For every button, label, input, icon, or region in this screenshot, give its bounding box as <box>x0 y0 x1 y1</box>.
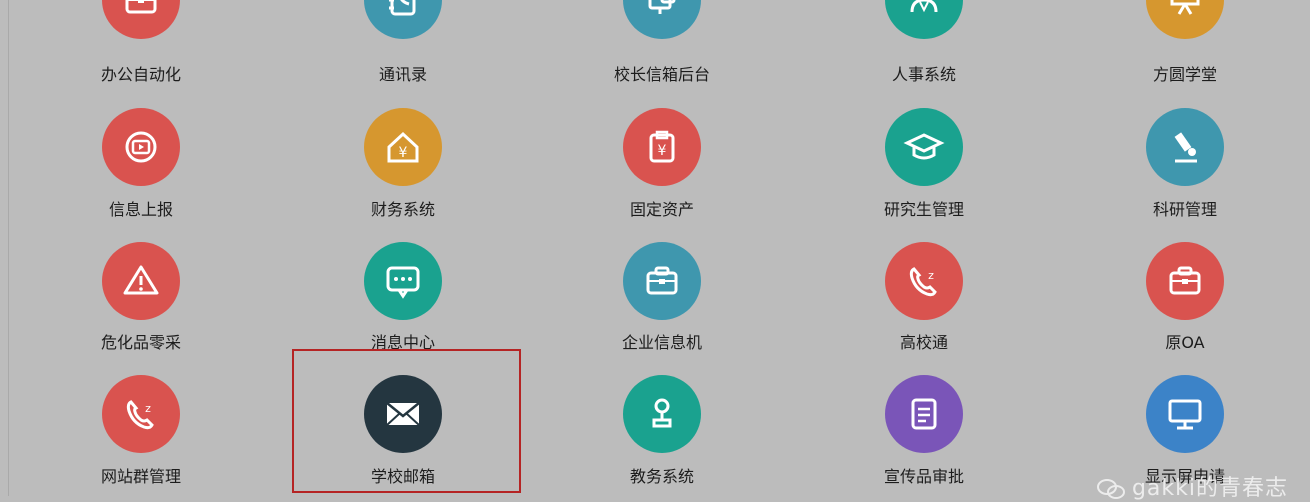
wechat-icon <box>1096 479 1125 499</box>
phone-icon: z <box>909 267 937 297</box>
monitor-icon <box>1168 399 1202 430</box>
app-label[interactable]: 原OA <box>1085 329 1285 353</box>
app-label[interactable]: 教务系统 <box>562 463 762 487</box>
yuan-house-icon: ¥ <box>387 131 419 163</box>
microscope-icon <box>1174 132 1197 163</box>
chat-icon <box>386 266 420 299</box>
graduation-cap-icon <box>903 133 945 160</box>
app-label[interactable]: 研究生管理 <box>824 196 1024 220</box>
stamp-icon <box>652 398 672 428</box>
app-label[interactable]: 信息上报 <box>41 196 241 220</box>
app-label[interactable]: 高校通 <box>824 329 1024 353</box>
monitor-circle[interactable] <box>1146 375 1224 453</box>
phone-circle[interactable]: z <box>885 242 963 320</box>
app-tile[interactable]: 教务系统 <box>562 0 762 486</box>
warning-icon <box>123 265 159 295</box>
screen-circle[interactable] <box>102 108 180 186</box>
app-tile[interactable]: 学校邮箱 <box>303 0 503 486</box>
app-grid: 办公自动化 通讯录 校长信箱后台 人事系统 方圆学堂 信息上报 ¥ 财务系统 ¥ 固定资产 研究生管… <box>0 0 1310 496</box>
app-label[interactable]: 企业信息机 <box>562 329 762 353</box>
phone-icon: z <box>126 400 154 430</box>
document-circle[interactable] <box>885 375 963 453</box>
watermark-text: gakki的青春志 <box>1131 476 1288 501</box>
svg-text:z: z <box>928 269 934 282</box>
app-label[interactable]: 固定资产 <box>562 196 762 220</box>
phone-circle[interactable]: z <box>102 375 180 453</box>
highlight-box <box>292 349 521 493</box>
app-tile[interactable]: 显示屏申请 <box>1085 0 1285 486</box>
app-tile[interactable]: 宣传品审批 <box>824 0 1024 486</box>
briefcase-circle[interactable] <box>623 242 701 320</box>
stamp-circle[interactable] <box>623 375 701 453</box>
svg-text:z: z <box>145 402 151 415</box>
app-label[interactable]: 网站群管理 <box>41 463 241 487</box>
briefcase-circle[interactable] <box>1146 242 1224 320</box>
app-label[interactable]: 财务系统 <box>303 196 503 220</box>
warning-circle[interactable] <box>102 242 180 320</box>
watermark: gakki的青春志 <box>1096 470 1288 502</box>
chat-circle[interactable] <box>364 242 442 320</box>
yuan-house-circle[interactable]: ¥ <box>364 108 442 186</box>
briefcase-icon <box>1169 266 1201 295</box>
app-label[interactable]: 危化品零采 <box>41 329 241 353</box>
graduation-cap-circle[interactable] <box>885 108 963 186</box>
app-label[interactable]: 科研管理 <box>1085 196 1285 220</box>
screen-icon <box>125 131 157 163</box>
yuan-clipboard-icon: ¥ <box>649 130 675 163</box>
app-label[interactable]: 宣传品审批 <box>824 463 1024 487</box>
microscope-circle[interactable] <box>1146 108 1224 186</box>
svg-text:¥: ¥ <box>399 145 408 161</box>
app-tile[interactable]: z 网站群管理 <box>41 0 241 486</box>
briefcase-icon <box>646 266 678 295</box>
svg-text:¥: ¥ <box>658 143 667 159</box>
yuan-clipboard-circle[interactable]: ¥ <box>623 108 701 186</box>
document-icon <box>911 398 937 430</box>
